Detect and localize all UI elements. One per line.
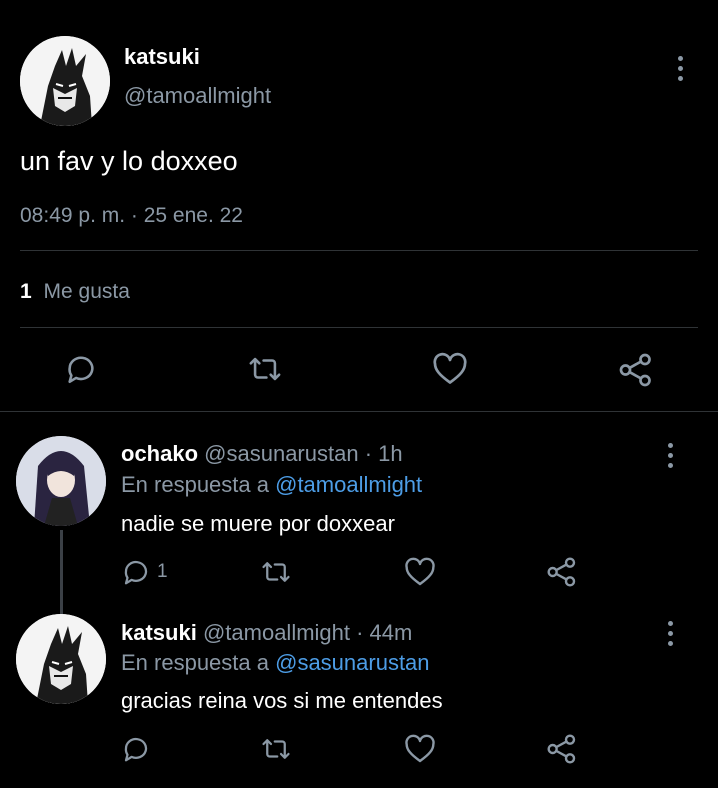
reply-prefix: En respuesta a (121, 472, 269, 497)
avatar-illustration (16, 614, 106, 704)
avatar[interactable] (16, 436, 106, 526)
handle[interactable]: @tamoallmight (124, 83, 271, 109)
likes-stat[interactable]: 1 Me gusta (20, 280, 130, 304)
divider (20, 327, 698, 328)
reply-icon[interactable]: 1 (121, 557, 168, 587)
avatar[interactable] (20, 36, 110, 126)
share-icon[interactable] (546, 733, 578, 765)
reply-mention[interactable]: @sasunarustan (275, 650, 429, 675)
handle-time: @tamoallmight · 44m (202, 620, 413, 645)
reply-prefix: En respuesta a (121, 650, 269, 675)
likes-label: Me gusta (43, 280, 130, 303)
retweet-icon[interactable] (259, 557, 293, 587)
reply-text: gracias reina vos si me entendes (121, 688, 443, 713)
share-icon[interactable] (546, 556, 578, 588)
more-icon[interactable] (678, 56, 683, 81)
display-name[interactable]: katsuki (124, 44, 200, 70)
retweet-icon[interactable] (246, 352, 284, 386)
retweet-icon[interactable] (259, 734, 293, 764)
handle-time: @sasunarustan · 1h (204, 441, 403, 466)
more-icon[interactable] (668, 443, 673, 468)
share-icon[interactable] (618, 352, 654, 388)
reply-text: nadie se muere por doxxear (121, 511, 395, 536)
like-icon[interactable] (432, 352, 468, 386)
divider (20, 250, 698, 251)
reply-icon[interactable] (121, 734, 151, 764)
tweet-text: un fav y lo doxxeo (20, 146, 238, 176)
thread-line (60, 530, 63, 614)
reply-count: 1 (157, 561, 168, 582)
reply-mention[interactable]: @tamoallmight (275, 472, 422, 497)
avatar-illustration (16, 436, 106, 526)
more-icon[interactable] (668, 621, 673, 646)
reply-context: En respuesta a @sasunarustan (121, 650, 430, 676)
avatar[interactable] (16, 614, 106, 704)
reply-icon[interactable] (64, 352, 98, 386)
likes-count: 1 (20, 280, 32, 303)
reply-header[interactable]: katsuki @tamoallmight · 44m (121, 620, 412, 646)
display-name: ochako (121, 441, 199, 466)
reply-context: En respuesta a @tamoallmight (121, 472, 422, 498)
reply-header[interactable]: ochako @sasunarustan · 1h (121, 441, 403, 467)
timestamp[interactable]: 08:49 p. m. · 25 ene. 22 (20, 204, 243, 228)
like-icon[interactable] (404, 734, 436, 764)
avatar-illustration (20, 36, 110, 126)
section-divider (0, 411, 718, 412)
like-icon[interactable] (404, 557, 436, 587)
display-name: katsuki (121, 620, 197, 645)
